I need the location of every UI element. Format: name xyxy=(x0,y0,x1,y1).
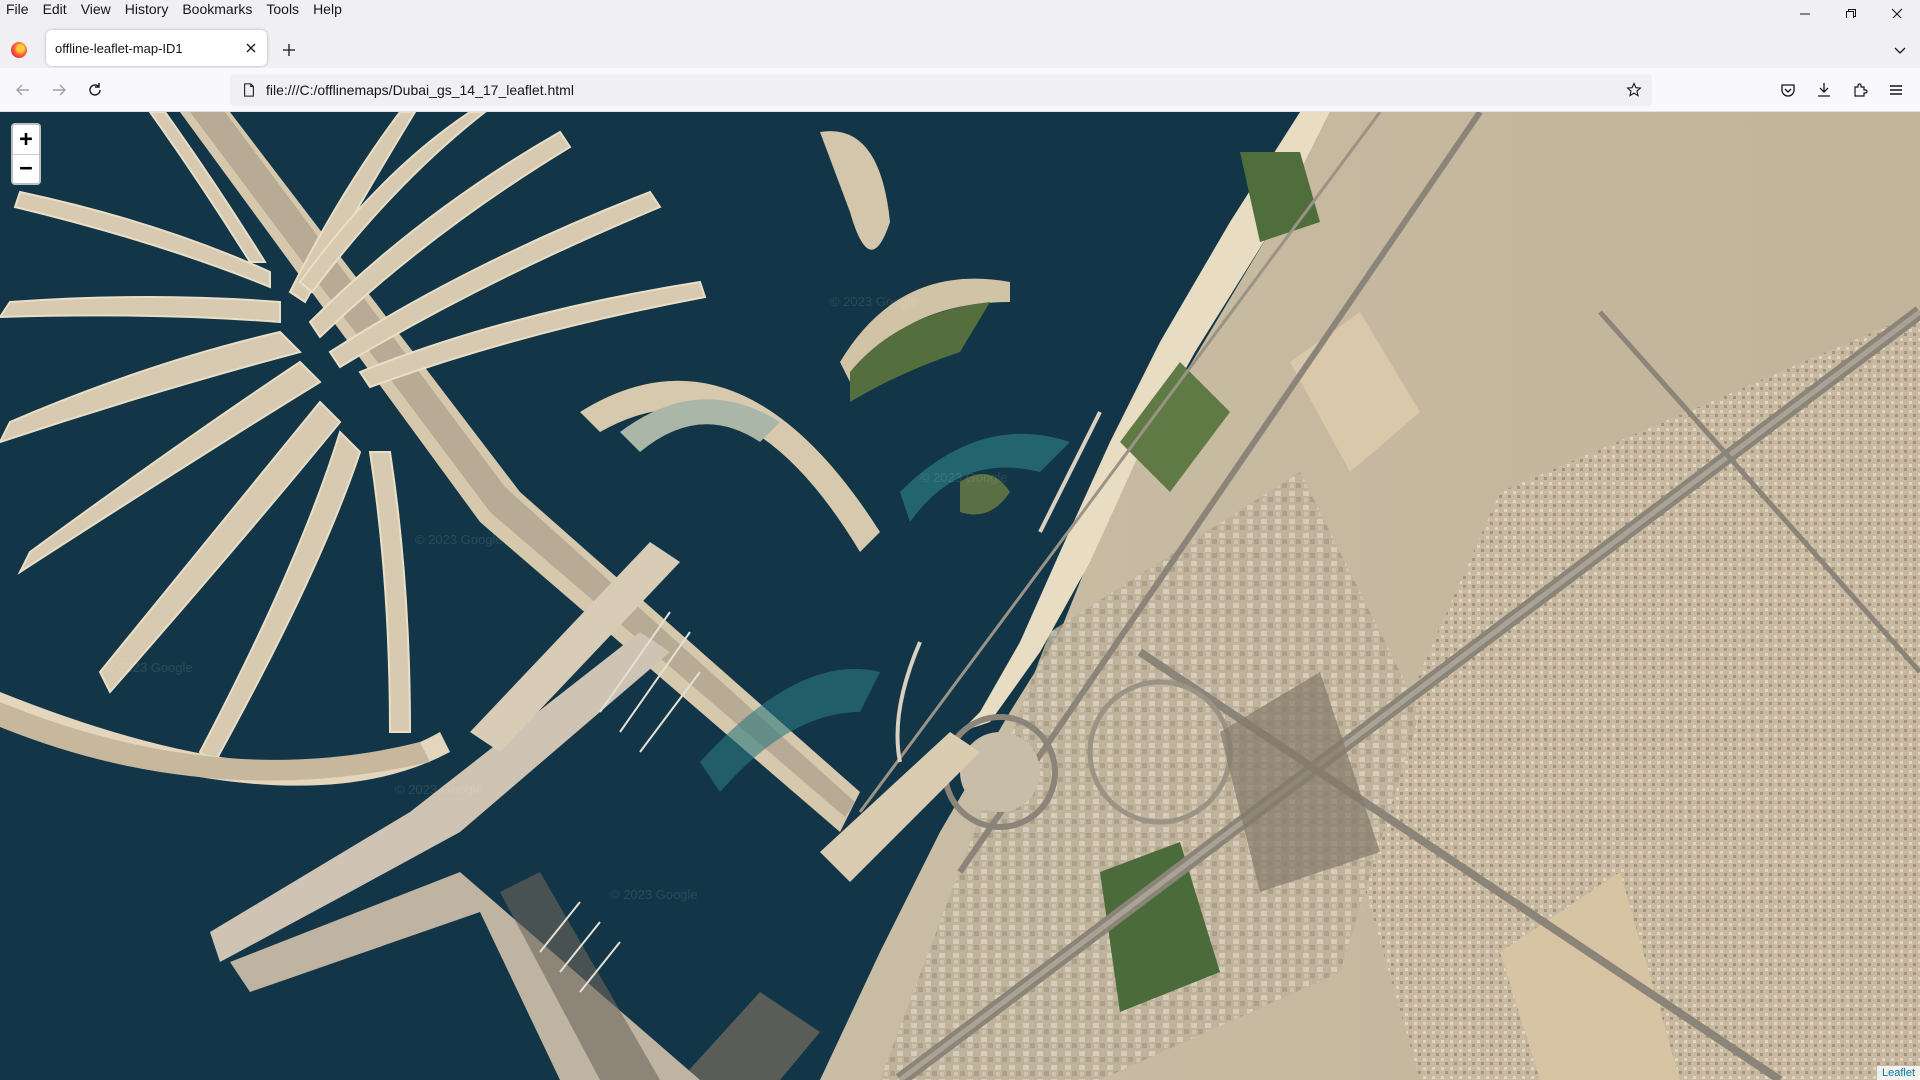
forward-button[interactable] xyxy=(48,79,70,101)
url-bar[interactable]: file:///C:/offlinemaps/Dubai_gs_14_17_le… xyxy=(230,74,1652,106)
reload-button[interactable] xyxy=(84,79,106,101)
navigation-bar: file:///C:/offlinemaps/Dubai_gs_14_17_le… xyxy=(0,68,1920,112)
pocket-button[interactable] xyxy=(1779,81,1797,99)
zoom-out-button[interactable]: − xyxy=(13,154,39,183)
firefox-icon[interactable] xyxy=(11,42,27,58)
downloads-button[interactable] xyxy=(1815,81,1833,99)
tab-title: offline-leaflet-map-ID1 xyxy=(55,40,183,56)
map-watermark: © 2023 Google xyxy=(920,470,1008,485)
menu-history[interactable]: History xyxy=(118,0,176,18)
map-watermark: © 2023 Google xyxy=(830,294,918,309)
menu-edit[interactable]: Edit xyxy=(36,0,74,18)
page-icon xyxy=(241,82,257,98)
menu-file[interactable]: File xyxy=(0,0,36,18)
satellite-imagery[interactable] xyxy=(0,112,1920,1080)
pocket-icon xyxy=(1781,84,1795,97)
menu-view[interactable]: View xyxy=(74,0,118,18)
app-menu-button[interactable] xyxy=(1887,81,1905,99)
new-tab-button[interactable] xyxy=(279,40,299,60)
arrow-right-icon xyxy=(53,84,66,96)
menu-tools[interactable]: Tools xyxy=(259,0,306,18)
zoom-in-button[interactable]: + xyxy=(13,125,39,154)
extensions-button[interactable] xyxy=(1851,81,1869,99)
tab-strip: offline-leaflet-map-ID1 xyxy=(0,18,1920,68)
download-icon xyxy=(1818,83,1830,97)
chevron-down-icon[interactable] xyxy=(1892,42,1908,58)
map-viewport[interactable]: © 2023 Google © 2023 Google © 2023 Googl… xyxy=(0,112,1920,1080)
hamburger-icon xyxy=(1890,85,1902,95)
map-watermark: © 2023 Google xyxy=(610,887,698,902)
zoom-control: + − xyxy=(11,123,41,185)
menu-help[interactable]: Help xyxy=(306,0,349,18)
map-watermark: © 2023 Google xyxy=(415,532,503,547)
close-icon xyxy=(246,43,256,53)
back-button[interactable] xyxy=(12,79,34,101)
leaflet-attribution-link[interactable]: Leaflet xyxy=(1876,1066,1920,1080)
reload-icon xyxy=(89,83,101,96)
menu-bookmarks[interactable]: Bookmarks xyxy=(175,0,259,18)
url-text[interactable]: file:///C:/offlinemaps/Dubai_gs_14_17_le… xyxy=(266,82,574,98)
tab-close-button[interactable] xyxy=(239,36,263,60)
puzzle-icon xyxy=(1854,83,1868,97)
menu-bar: File Edit View History Bookmarks Tools H… xyxy=(0,0,1920,18)
map-watermark: © 2023 Google xyxy=(395,782,483,797)
plus-icon xyxy=(283,44,295,56)
star-icon[interactable] xyxy=(1626,82,1642,98)
arrow-left-icon xyxy=(16,84,29,96)
map-watermark: © 2023 Google xyxy=(105,660,193,675)
tab-active[interactable]: offline-leaflet-map-ID1 xyxy=(46,30,267,66)
